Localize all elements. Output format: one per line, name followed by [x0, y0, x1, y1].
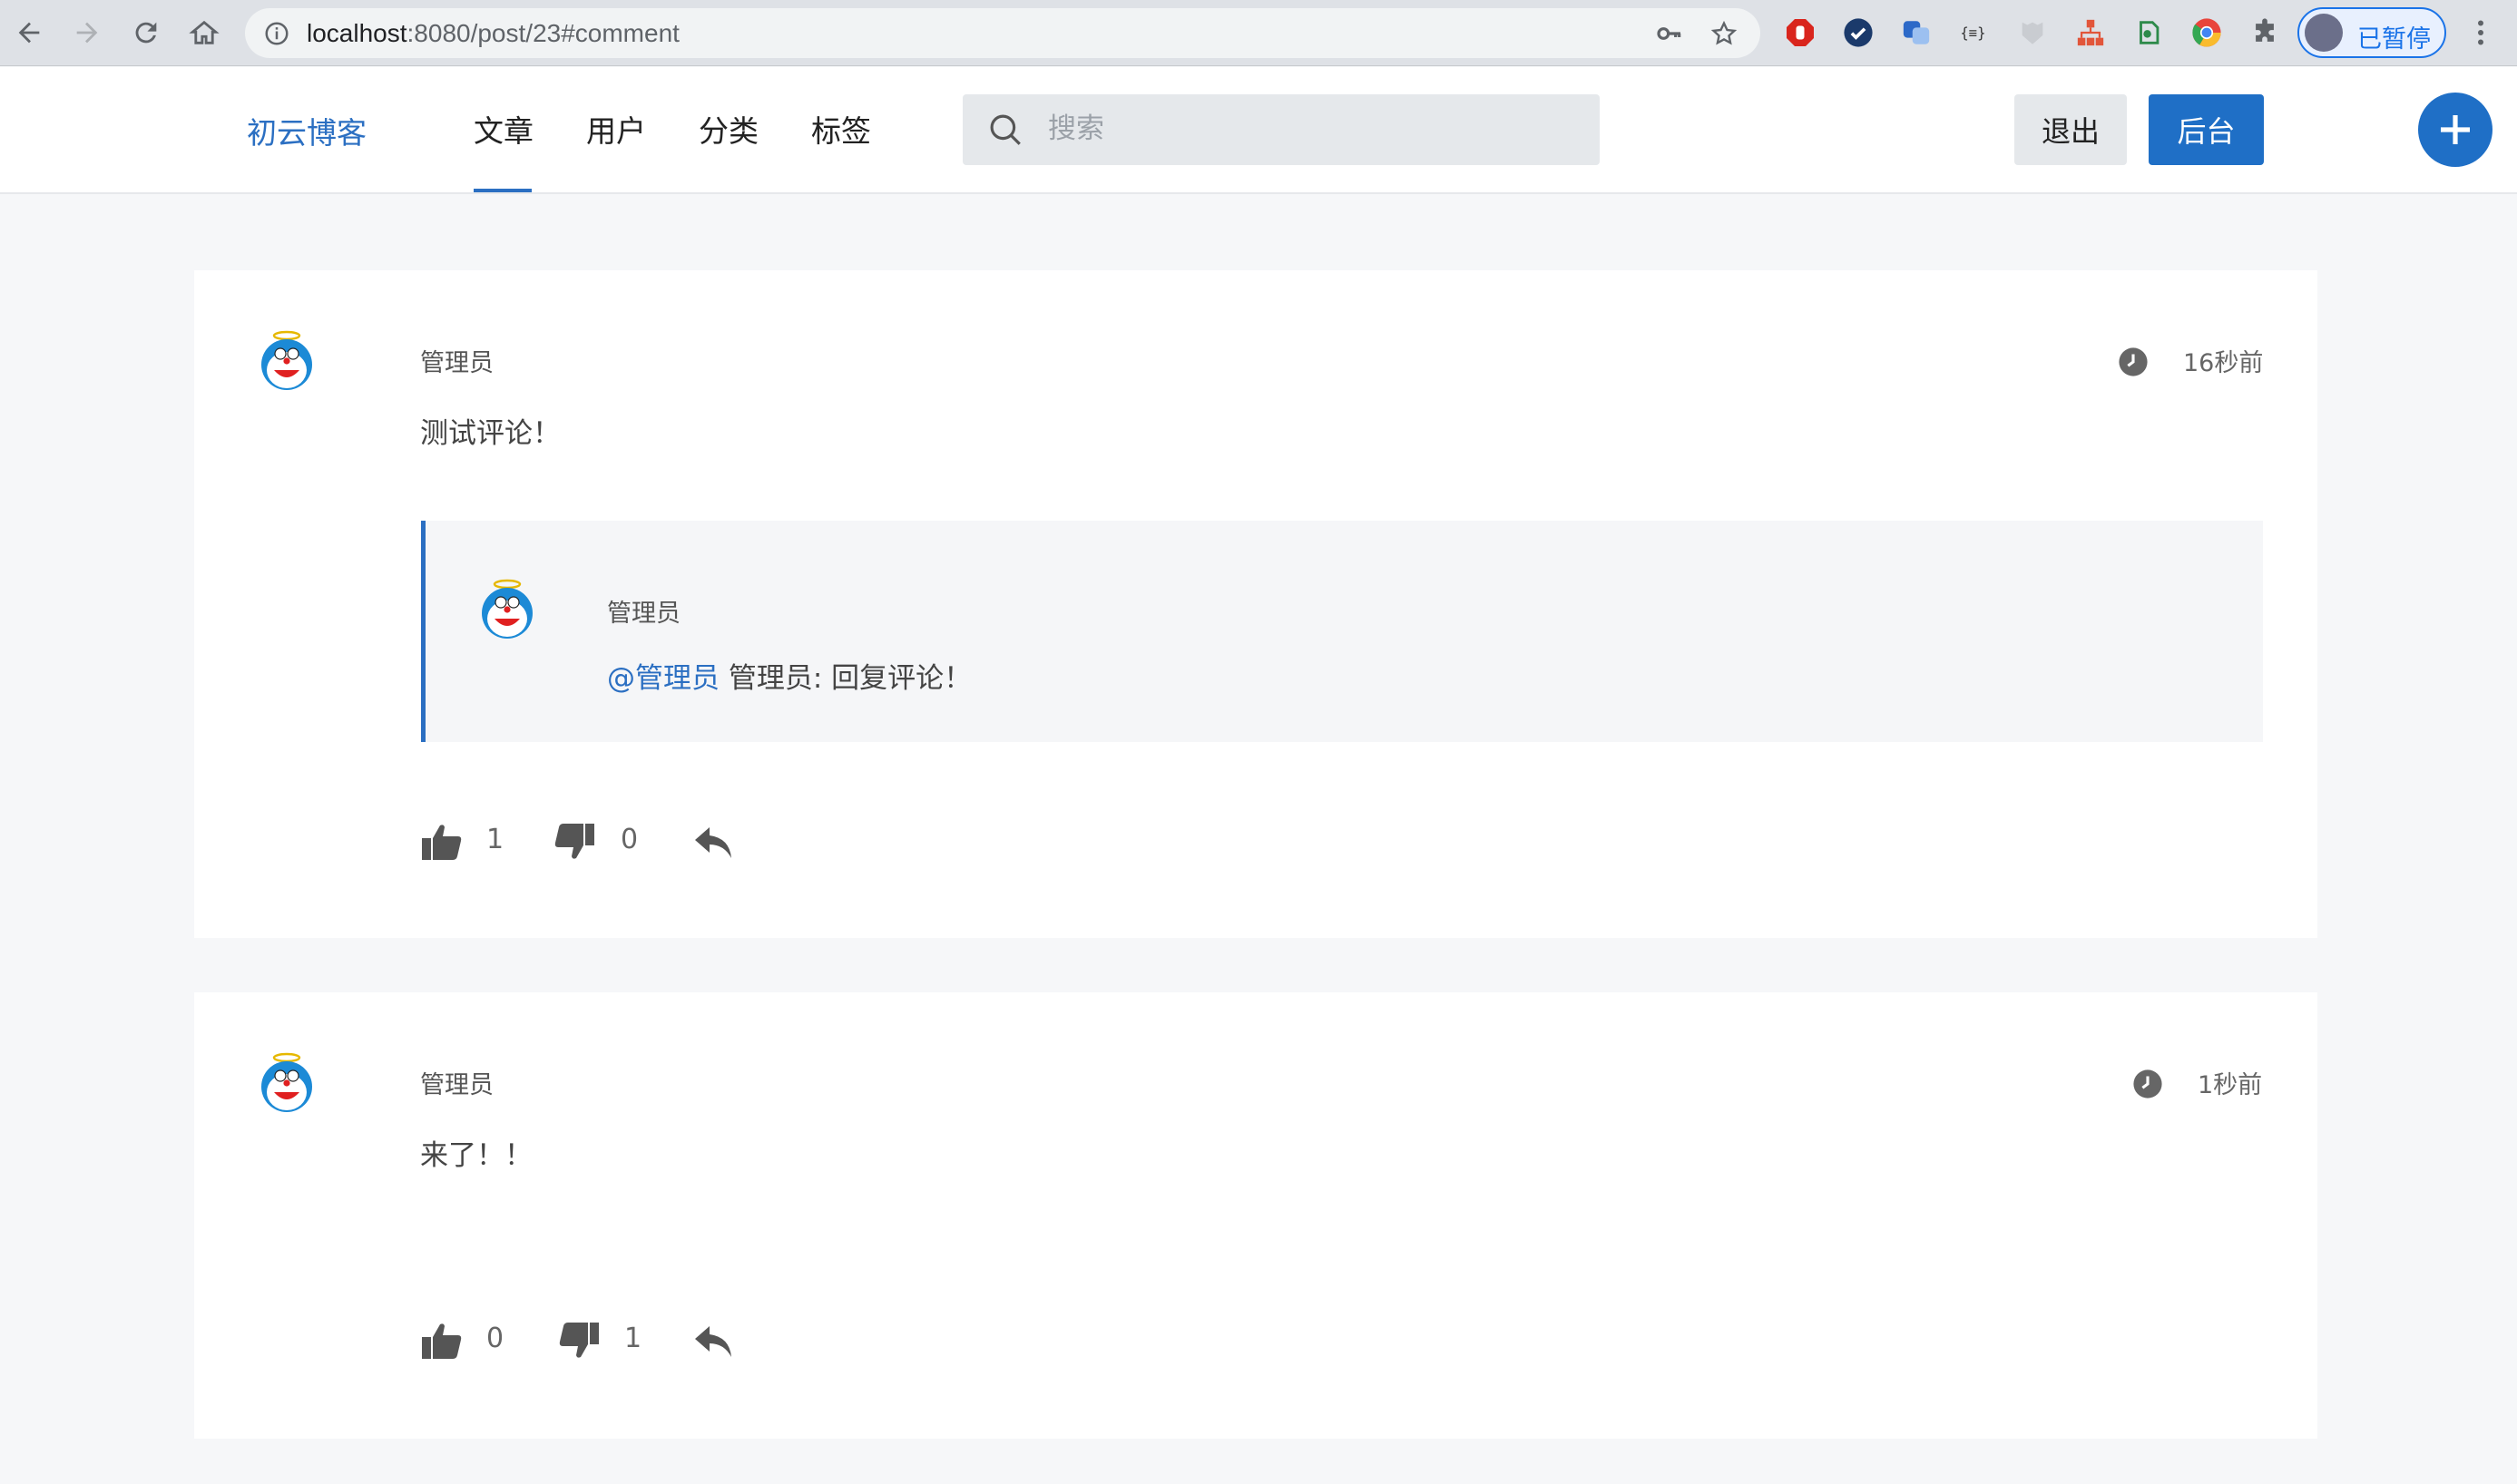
arrow-right-icon: [76, 22, 98, 44]
nav-item-articles[interactable]: 文章: [474, 107, 534, 151]
json-extension-icon[interactable]: {≡}: [1957, 15, 1992, 50]
sitemap-extension-icon[interactable]: [2073, 15, 2108, 50]
avatar[interactable]: [258, 328, 316, 395]
comment-author[interactable]: 管理员: [420, 343, 494, 378]
dislike-count: 0: [621, 824, 639, 855]
reply-block: 管理员 @管理员 管理员: 回复评论！: [421, 521, 2263, 742]
extensions-puzzle-icon[interactable]: [2248, 15, 2282, 50]
reload-button[interactable]: [122, 9, 170, 56]
admin-button[interactable]: 后台: [2149, 94, 2264, 165]
reply-body: 管理员: 回复评论！: [720, 662, 973, 695]
home-icon: [189, 20, 220, 44]
chrome-extension-icon[interactable]: [2189, 15, 2224, 50]
star-icon[interactable]: [1709, 19, 1738, 48]
thumbs-up-icon[interactable]: [420, 822, 464, 862]
profile-status-label: 已暂停: [2357, 25, 2431, 54]
thumbs-down-icon[interactable]: [553, 822, 596, 862]
check-extension-icon[interactable]: [1841, 15, 1876, 50]
search-box[interactable]: [963, 94, 1600, 165]
profile-button[interactable]: 已暂停: [2297, 7, 2446, 58]
adblock-extension-icon[interactable]: [1783, 15, 1817, 50]
search-icon: [990, 114, 1021, 145]
clock-icon: [2119, 347, 2148, 376]
evernote-extension-icon[interactable]: [2131, 15, 2166, 50]
url-text: localhost:8080/post/23#comment: [307, 19, 680, 47]
avatar[interactable]: [478, 577, 536, 644]
active-nav-indicator: [474, 189, 532, 192]
comment-content: 测试评论！: [420, 417, 561, 450]
reply-content: @管理员 管理员: 回复评论！: [607, 655, 972, 696]
like-count: 0: [486, 1323, 504, 1354]
comment-author[interactable]: 管理员: [420, 1065, 494, 1100]
key-icon[interactable]: [1655, 19, 1684, 48]
new-post-button[interactable]: [2418, 93, 2493, 167]
comment-time: 1秒前: [2198, 1071, 2263, 1099]
nav-item-users[interactable]: 用户: [586, 107, 646, 151]
brand-logo-link[interactable]: 初云博客: [247, 109, 367, 152]
mention-link[interactable]: @管理员: [607, 662, 720, 695]
home-button[interactable]: [181, 9, 228, 56]
forward-button[interactable]: [64, 9, 111, 56]
reload-icon: [135, 22, 157, 44]
nav-item-tags[interactable]: 标签: [811, 107, 871, 151]
comment-card: 管理员 1秒前 来了！！ 0 1: [194, 992, 2317, 1439]
address-bar[interactable]: localhost:8080/post/23#comment: [245, 8, 1760, 58]
thumbs-down-icon[interactable]: [557, 1321, 601, 1361]
profile-avatar: [2305, 14, 2343, 52]
svg-text:{≡}: {≡}: [1960, 25, 1985, 42]
translate-extension-icon[interactable]: [1899, 15, 1934, 50]
kebab-menu-icon[interactable]: [2464, 16, 2497, 49]
reply-icon[interactable]: [691, 822, 735, 862]
logout-button[interactable]: 退出: [2014, 94, 2127, 165]
dislike-count: 1: [624, 1323, 642, 1354]
back-button[interactable]: [5, 9, 53, 56]
reply-author[interactable]: 管理员: [607, 593, 681, 629]
nav-item-categories[interactable]: 分类: [699, 107, 759, 151]
comment-content: 来了！！: [420, 1139, 533, 1172]
comment-time: 16秒前: [2183, 349, 2264, 377]
arrow-left-icon: [18, 22, 40, 44]
search-input[interactable]: [1048, 107, 1556, 151]
info-icon[interactable]: [263, 20, 290, 47]
shield-extension-icon[interactable]: [2015, 15, 2050, 50]
plus-icon: [2441, 115, 2470, 144]
comment-card: 管理员 16秒前 测试评论！ 管理员 @管理员 管理员: 回复评论！ 1 0: [194, 270, 2317, 938]
clock-icon: [2133, 1069, 2162, 1098]
browser-toolbar: localhost:8080/post/23#comment {≡} 已暂停: [0, 0, 2517, 66]
site-header: 初云博客 文章 用户 分类 标签 退出 后台: [0, 67, 2517, 194]
avatar[interactable]: [258, 1050, 316, 1118]
like-count: 1: [486, 824, 504, 855]
reply-icon[interactable]: [691, 1321, 735, 1361]
thumbs-up-icon[interactable]: [420, 1321, 464, 1361]
